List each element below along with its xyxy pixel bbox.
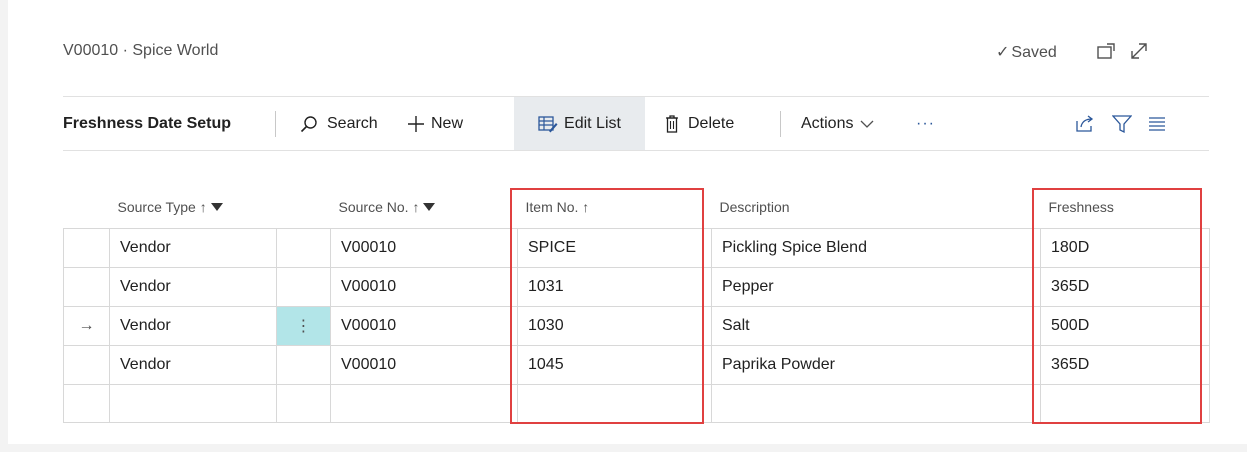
sort-ascending-icon: ↑ xyxy=(199,198,207,215)
row-menu-cell[interactable] xyxy=(276,266,331,307)
filter-icon[interactable] xyxy=(1112,114,1132,134)
source-type-cell[interactable] xyxy=(109,383,277,423)
new-label: New xyxy=(431,114,464,132)
description-cell[interactable]: Pickling Spice Blend xyxy=(711,227,1041,268)
column-header-source-no[interactable]: Source No. ↑ xyxy=(331,186,518,228)
action-bar: Freshness Date Setup Search New Edit Lis… xyxy=(63,96,1209,151)
page-title: V00010 · Spice World xyxy=(63,42,219,59)
description-cell[interactable]: Pepper xyxy=(711,266,1041,307)
edit-list-icon xyxy=(538,115,558,132)
column-header-description[interactable]: Description xyxy=(712,186,1041,228)
saved-status: ✓ Saved xyxy=(996,42,1057,62)
source-type-cell[interactable]: Vendor xyxy=(109,227,277,268)
source-no-cell[interactable]: V00010 xyxy=(330,344,518,385)
source-no-cell[interactable]: V00010 xyxy=(330,305,518,346)
description-cell[interactable]: Salt xyxy=(711,305,1041,346)
list-view-icon[interactable] xyxy=(1148,116,1166,132)
source-type-cell[interactable]: Vendor xyxy=(109,305,277,346)
search-button[interactable]: Search xyxy=(300,97,378,150)
separator xyxy=(780,111,781,137)
description-cell[interactable]: Paprika Powder xyxy=(711,344,1041,385)
row-indicator xyxy=(63,227,110,268)
row-menu-cell[interactable] xyxy=(276,383,331,423)
freshness-column-highlight xyxy=(1032,188,1202,424)
description-cell[interactable] xyxy=(711,383,1041,423)
column-header-source-type[interactable]: Source Type ↑ xyxy=(110,186,277,228)
page-name-caption: Freshness Date Setup xyxy=(63,114,232,132)
check-icon: ✓ xyxy=(996,44,1010,61)
row-indicator xyxy=(63,383,110,423)
edit-list-label: Edit List xyxy=(564,114,621,132)
row-indicator xyxy=(63,266,110,307)
actions-label: Actions xyxy=(801,114,854,132)
actions-menu[interactable]: Actions xyxy=(801,97,874,150)
page: V00010 · Spice World ✓ Saved Freshness Da… xyxy=(8,0,1247,444)
indicator-header xyxy=(64,186,110,228)
delete-label: Delete xyxy=(688,114,735,132)
filter-icon xyxy=(210,203,223,212)
saved-label: Saved xyxy=(1011,44,1057,61)
chevron-down-icon xyxy=(861,120,874,128)
plus-icon xyxy=(408,115,424,132)
share-icon[interactable] xyxy=(1075,115,1095,133)
edit-list-button[interactable]: Edit List xyxy=(514,97,645,150)
source-no-cell[interactable]: V00010 xyxy=(330,227,518,268)
source-no-cell[interactable] xyxy=(330,383,518,423)
source-type-cell[interactable]: Vendor xyxy=(109,344,277,385)
row-indicator-arrow-icon: → xyxy=(63,305,110,346)
filter-icon xyxy=(423,203,436,212)
new-button[interactable]: New xyxy=(407,97,463,150)
open-in-new-window-icon[interactable] xyxy=(1095,40,1117,62)
source-type-cell[interactable]: Vendor xyxy=(109,266,277,307)
search-label: Search xyxy=(327,114,378,132)
row-menu-cell[interactable] xyxy=(276,344,331,385)
row-menu-cell[interactable] xyxy=(276,227,331,268)
separator xyxy=(275,111,276,137)
row-menu-button[interactable]: ⋮ xyxy=(276,305,331,346)
more-options-button[interactable]: ··· xyxy=(916,97,935,150)
delete-button[interactable]: Delete xyxy=(665,97,734,150)
trash-icon xyxy=(666,114,678,133)
expand-icon[interactable] xyxy=(1128,40,1150,62)
row-indicator xyxy=(63,344,110,385)
menu-header xyxy=(277,186,331,228)
search-icon xyxy=(300,115,317,132)
item-no-column-highlight xyxy=(510,188,704,424)
sort-ascending-icon: ↑ xyxy=(412,198,420,215)
source-no-cell[interactable]: V00010 xyxy=(330,266,518,307)
